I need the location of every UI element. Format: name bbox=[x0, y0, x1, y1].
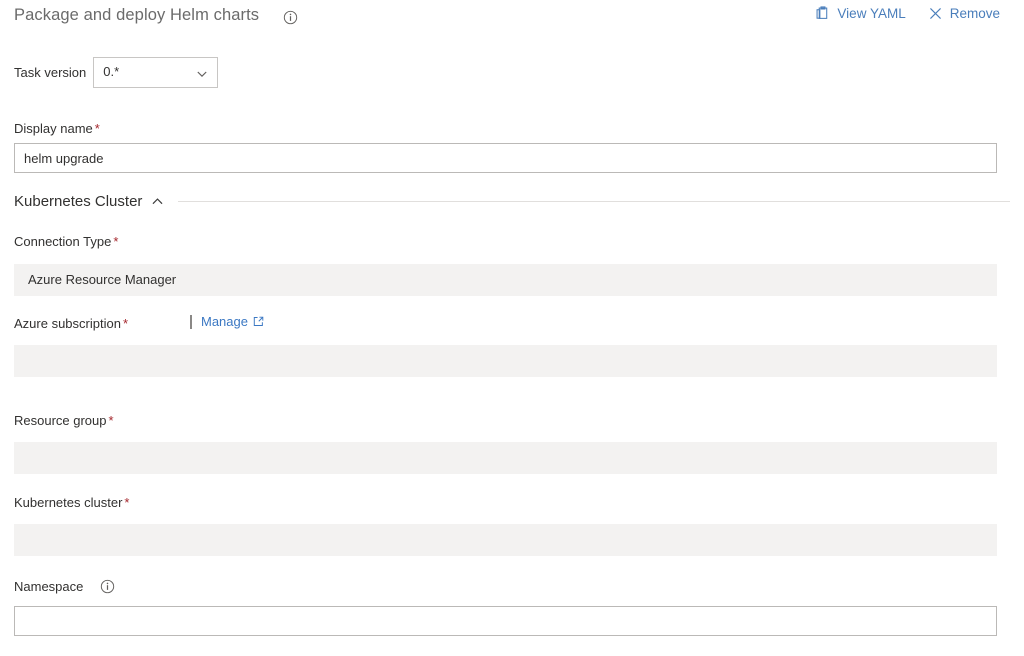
manage-link[interactable]: Manage bbox=[201, 314, 264, 329]
resource-group-label: Resource group * bbox=[14, 413, 114, 428]
manage-link-label: Manage bbox=[201, 314, 248, 329]
close-x-icon bbox=[928, 6, 943, 21]
info-circle-icon bbox=[100, 579, 115, 594]
namespace-label: Namespace bbox=[14, 579, 83, 594]
required-asterisk: * bbox=[122, 316, 129, 331]
connection-type-label: Connection Type * bbox=[14, 234, 118, 249]
task-header: Package and deploy Helm charts View YAML bbox=[0, 0, 1024, 34]
kubernetes-cluster-label: Kubernetes cluster * bbox=[14, 495, 129, 510]
display-name-input[interactable] bbox=[14, 143, 997, 173]
kubernetes-cluster-value[interactable] bbox=[14, 524, 997, 556]
task-version-select[interactable]: 0.* bbox=[93, 57, 219, 88]
view-yaml-button[interactable]: View YAML bbox=[815, 6, 906, 21]
page-title: Package and deploy Helm charts bbox=[14, 6, 260, 24]
section-divider bbox=[178, 200, 1010, 202]
required-asterisk: * bbox=[113, 234, 119, 249]
remove-label: Remove bbox=[949, 6, 1000, 21]
kubernetes-cluster-label-text: Kubernetes cluster bbox=[14, 495, 123, 510]
connection-type-value: Azure Resource Manager bbox=[14, 264, 997, 296]
azure-subscription-label-text: Azure subscription bbox=[14, 316, 121, 331]
clipboard-icon bbox=[815, 6, 830, 21]
azure-subscription-value[interactable] bbox=[14, 345, 997, 377]
section-kubernetes-cluster[interactable]: Kubernetes Cluster bbox=[14, 190, 1010, 212]
display-name-label-text: Display name bbox=[14, 121, 93, 136]
view-yaml-label: View YAML bbox=[837, 6, 906, 21]
chevron-up-icon bbox=[151, 195, 164, 208]
separator-pipe bbox=[190, 314, 192, 329]
azure-subscription-manage-group: Manage bbox=[190, 314, 264, 329]
resource-group-value[interactable] bbox=[14, 442, 997, 474]
task-version-row: Task version 0.* bbox=[14, 57, 219, 88]
title-info-icon[interactable] bbox=[283, 9, 298, 25]
info-circle-icon bbox=[283, 10, 298, 25]
namespace-info-icon[interactable] bbox=[100, 578, 115, 594]
external-link-icon bbox=[253, 316, 264, 327]
required-asterisk: * bbox=[108, 413, 114, 428]
display-name-label: Display name * bbox=[14, 121, 100, 136]
remove-button[interactable]: Remove bbox=[928, 6, 1000, 21]
required-asterisk: * bbox=[124, 495, 130, 510]
connection-type-label-text: Connection Type bbox=[14, 234, 112, 249]
azure-subscription-label: Azure subscription * bbox=[14, 316, 128, 331]
namespace-label-text: Namespace bbox=[14, 579, 84, 594]
chevron-down-icon bbox=[196, 68, 208, 80]
section-title: Kubernetes Cluster bbox=[14, 192, 143, 210]
required-asterisk: * bbox=[94, 121, 100, 136]
task-version-label: Task version bbox=[14, 65, 87, 80]
resource-group-label-text: Resource group bbox=[14, 413, 107, 428]
header-actions: View YAML Remove bbox=[815, 6, 1000, 21]
namespace-input[interactable] bbox=[14, 606, 997, 636]
task-version-value: 0.* bbox=[103, 64, 120, 79]
